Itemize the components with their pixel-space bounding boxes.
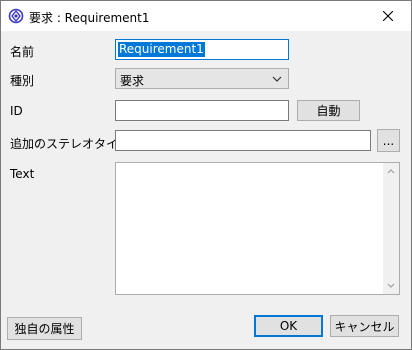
text-area[interactable] — [115, 162, 400, 295]
close-icon — [383, 11, 393, 21]
scroll-up-icon[interactable] — [387, 168, 395, 174]
id-input[interactable] — [115, 100, 289, 121]
title-bar[interactable]: 要求 : Requirement1 — [1, 1, 411, 31]
type-select[interactable]: 要求 — [115, 68, 289, 89]
chevron-down-icon — [272, 76, 282, 82]
custom-properties-button[interactable]: 独自の属性 — [7, 317, 82, 340]
auto-id-button[interactable]: 自動 — [297, 100, 360, 121]
id-label: ID — [10, 104, 23, 118]
stereotype-label: 追加のステレオタイプ — [10, 137, 131, 151]
text-label: Text — [10, 167, 35, 181]
type-select-value: 要求 — [120, 74, 145, 88]
cancel-button[interactable]: キャンセル — [330, 315, 399, 337]
stereotype-input[interactable] — [115, 130, 371, 151]
ok-button[interactable]: OK — [254, 315, 323, 337]
browse-stereotype-button[interactable]: ... — [377, 129, 400, 152]
requirement-icon — [8, 8, 24, 24]
requirement-dialog: 要求 : Requirement1 名前 Requirement1 種別 要求 … — [0, 0, 412, 350]
name-input[interactable]: Requirement1 — [115, 39, 289, 60]
name-input-value: Requirement1 — [118, 42, 205, 57]
scroll-down-icon[interactable] — [387, 283, 395, 289]
window-title: 要求 : Requirement1 — [29, 11, 150, 25]
type-label: 種別 — [10, 74, 35, 88]
close-button[interactable] — [365, 1, 411, 31]
name-label: 名前 — [10, 45, 35, 59]
text-area-scrollbar[interactable] — [383, 163, 399, 294]
